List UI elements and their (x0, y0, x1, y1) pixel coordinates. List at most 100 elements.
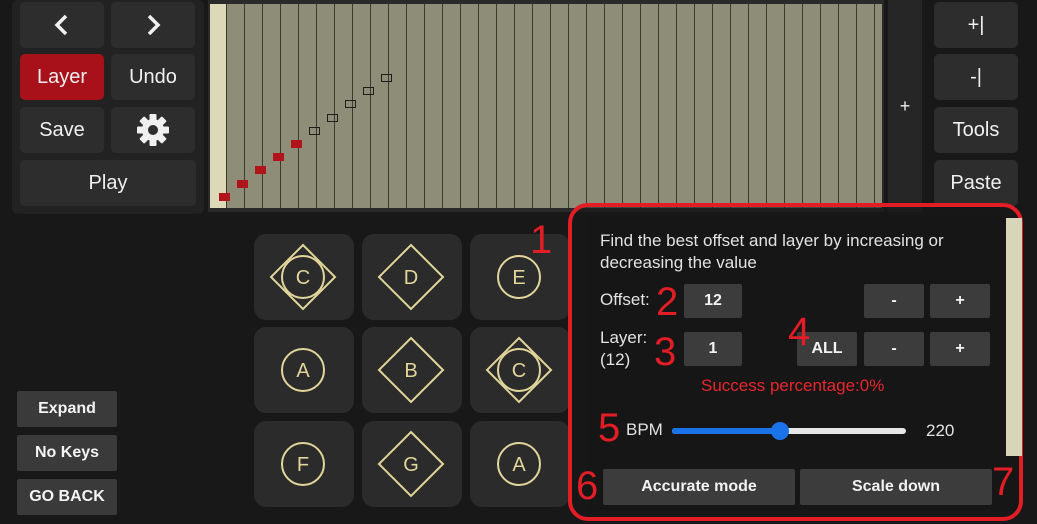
roll-column-divider (838, 4, 839, 208)
note-outline[interactable] (363, 87, 374, 95)
note-outline[interactable] (381, 74, 392, 82)
annotation-5: 5 (598, 406, 621, 450)
layer-button[interactable]: Layer (20, 54, 104, 100)
go-back-button[interactable]: GO BACK (17, 479, 117, 515)
annotation-6: 6 (576, 464, 599, 508)
roll-column-divider (532, 4, 533, 208)
note-outline[interactable] (327, 114, 338, 122)
offset-value[interactable]: 12 (684, 284, 742, 318)
note-roll[interactable] (208, 0, 893, 212)
panel-scrollbar[interactable] (1006, 218, 1022, 456)
key-pad[interactable]: B (362, 327, 462, 413)
circle-icon: A (281, 348, 325, 392)
scale-down-button[interactable]: Scale down (800, 469, 992, 505)
layer-label: Layer: (600, 328, 648, 347)
bpm-label: BPM (626, 420, 663, 439)
accurate-mode-button[interactable]: Accurate mode (603, 469, 795, 505)
annotation-4: 4 (788, 310, 811, 354)
paste-button[interactable]: Paste (934, 160, 1018, 206)
roll-column-divider (622, 4, 623, 208)
note-filled[interactable] (255, 166, 266, 174)
save-button[interactable]: Save (20, 107, 104, 153)
bpm-slider-fill (672, 428, 780, 434)
add-column-button[interactable]: + (888, 0, 922, 212)
remove-column-button[interactable]: -| (934, 54, 1018, 100)
key-label: A (512, 454, 526, 476)
tools-button[interactable]: Tools (934, 107, 1018, 153)
roll-column-divider (640, 4, 641, 208)
roll-column-divider (478, 4, 479, 208)
play-button[interactable]: Play (20, 160, 196, 206)
key-pad[interactable]: C (254, 234, 354, 320)
roll-column-divider (406, 4, 407, 208)
roll-column-divider (676, 4, 677, 208)
circle-icon: F (281, 442, 325, 486)
key-label: A (296, 360, 310, 382)
key-pad[interactable]: A (470, 421, 570, 507)
note-filled[interactable] (237, 180, 248, 188)
roll-grid[interactable] (210, 4, 882, 208)
roll-column-divider (550, 4, 551, 208)
success-percentage: Success percentage:0% (701, 376, 885, 395)
settings-button[interactable] (111, 107, 195, 153)
bpm-value: 220 (926, 421, 955, 440)
circle-diamond-icon: C (269, 243, 337, 311)
diamond-icon: B (377, 336, 445, 404)
annotation-7: 7 (992, 460, 1015, 504)
note-filled[interactable] (291, 140, 302, 148)
offset-plus-button[interactable]: + (930, 284, 990, 318)
note-filled[interactable] (273, 153, 284, 161)
key-pad[interactable]: A (254, 327, 354, 413)
diamond-icon: D (377, 243, 445, 311)
key-pad[interactable]: C (470, 327, 570, 413)
roll-column-divider (442, 4, 443, 208)
offset-minus-button[interactable]: - (864, 284, 924, 318)
roll-column-divider (748, 4, 749, 208)
key-label: B (404, 360, 417, 382)
roll-column-divider (388, 4, 389, 208)
roll-column-divider (316, 4, 317, 208)
roll-column-divider (856, 4, 857, 208)
roll-column-divider (658, 4, 659, 208)
roll-column-divider (712, 4, 713, 208)
key-label: C (296, 267, 310, 289)
instructions-text: Find the best offset and layer by increa… (600, 231, 944, 272)
note-outline[interactable] (345, 100, 356, 108)
key-pad[interactable]: G (362, 421, 462, 507)
key-pad[interactable]: D (362, 234, 462, 320)
roll-column-divider (568, 4, 569, 208)
layer-minus-button[interactable]: - (864, 332, 924, 366)
bpm-slider[interactable] (672, 422, 906, 440)
next-button[interactable] (111, 2, 195, 48)
roll-column-divider (766, 4, 767, 208)
roll-column-divider (802, 4, 803, 208)
roll-column-divider (370, 4, 371, 208)
key-label: E (512, 267, 525, 289)
bpm-slider-thumb[interactable] (771, 422, 789, 440)
key-label: G (403, 454, 419, 476)
annotation-2: 2 (656, 280, 679, 324)
undo-button[interactable]: Undo (111, 54, 195, 100)
chevron-right-icon (147, 14, 161, 36)
roll-column-divider (334, 4, 335, 208)
roll-column-divider (262, 4, 263, 208)
key-pad[interactable]: E (470, 234, 570, 320)
gear-icon (137, 114, 169, 146)
roll-column-divider (820, 4, 821, 208)
note-filled[interactable] (219, 193, 230, 201)
roll-column-divider (874, 4, 875, 208)
layer-plus-button[interactable]: + (930, 332, 990, 366)
diamond-icon: G (377, 430, 445, 498)
chevron-left-icon (54, 14, 68, 36)
layer-value[interactable]: 1 (684, 332, 742, 366)
note-outline[interactable] (309, 127, 320, 135)
previous-button[interactable] (20, 2, 104, 48)
no-keys-button[interactable]: No Keys (17, 435, 117, 471)
expand-button[interactable]: Expand (17, 391, 117, 427)
key-label: C (512, 360, 526, 382)
key-pad[interactable]: F (254, 421, 354, 507)
roll-column-divider (244, 4, 245, 208)
roll-column-divider (514, 4, 515, 208)
insert-column-button[interactable]: +| (934, 2, 1018, 48)
roll-column-divider (460, 4, 461, 208)
